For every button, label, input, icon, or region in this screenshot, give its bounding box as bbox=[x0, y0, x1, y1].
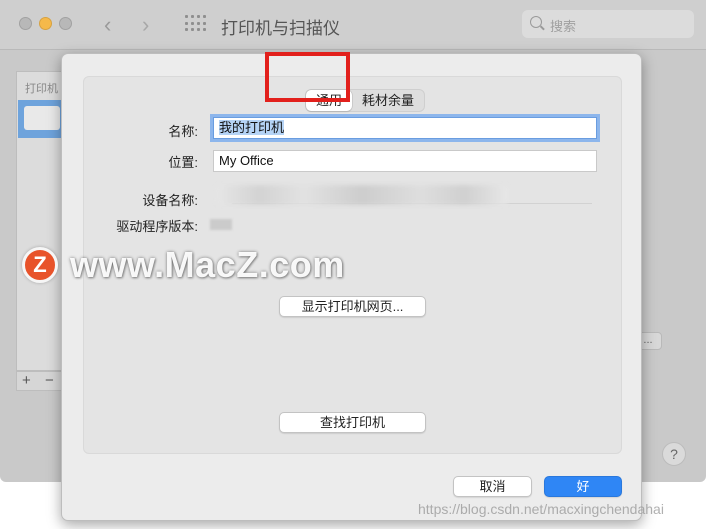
device-name-value-redacted bbox=[216, 185, 508, 205]
printer-icon bbox=[24, 106, 60, 130]
name-value: 我的打印机 bbox=[219, 120, 285, 135]
cancel-button[interactable]: 取消 bbox=[453, 476, 532, 497]
show-printer-webpage-button[interactable]: 显示打印机网页... bbox=[279, 296, 426, 317]
url-watermark: https://blog.csdn.net/macxingchendahai bbox=[418, 501, 664, 517]
location-field[interactable]: My Office bbox=[213, 150, 597, 172]
printer-list[interactable]: 打印机 bbox=[16, 71, 64, 371]
driver-version-value-redacted bbox=[210, 219, 232, 230]
add-remove-controls: + − bbox=[16, 371, 64, 391]
minimize-window-button[interactable] bbox=[39, 17, 52, 30]
window-title: 打印机与扫描仪 bbox=[221, 19, 340, 38]
tab-supply-levels[interactable]: 耗材余量 bbox=[352, 90, 424, 111]
driver-version-label: 驱动程序版本: bbox=[116, 219, 198, 234]
name-field[interactable]: 我的打印机 bbox=[213, 117, 597, 139]
search-icon bbox=[530, 16, 542, 28]
annotation-highlight-box bbox=[265, 52, 350, 102]
close-window-button[interactable] bbox=[19, 17, 32, 30]
zoom-window-button[interactable] bbox=[59, 17, 72, 30]
location-label: 位置: bbox=[168, 155, 198, 170]
show-all-grid-icon[interactable] bbox=[185, 15, 206, 33]
find-printer-button[interactable]: 查找打印机 bbox=[279, 412, 426, 433]
printer-list-header: 打印机 bbox=[25, 83, 58, 95]
macz-logo-icon: Z bbox=[22, 247, 58, 283]
name-label: 名称: bbox=[168, 124, 198, 139]
back-arrow-icon[interactable]: ‹ bbox=[104, 12, 111, 38]
printer-info-sheet: 通用 耗材余量 名称: 我的打印机 位置: My Office 设备名称: 驱动… bbox=[61, 52, 642, 521]
ok-button[interactable]: 好 bbox=[544, 476, 622, 497]
help-button[interactable]: ? bbox=[662, 442, 686, 466]
search-field[interactable]: 搜索 bbox=[522, 10, 694, 38]
device-name-label: 设备名称: bbox=[142, 193, 198, 208]
forward-arrow-icon[interactable]: › bbox=[142, 12, 149, 38]
add-printer-button[interactable]: + bbox=[22, 372, 31, 389]
watermark-text: www.MacZ.com bbox=[70, 244, 345, 285]
printer-list-item[interactable] bbox=[18, 100, 64, 138]
search-placeholder: 搜索 bbox=[550, 19, 577, 34]
remove-printer-button[interactable]: − bbox=[45, 372, 54, 389]
window-toolbar: ‹ › 打印机与扫描仪 搜索 bbox=[0, 0, 706, 50]
macz-watermark: Z www.MacZ.com bbox=[22, 244, 345, 286]
